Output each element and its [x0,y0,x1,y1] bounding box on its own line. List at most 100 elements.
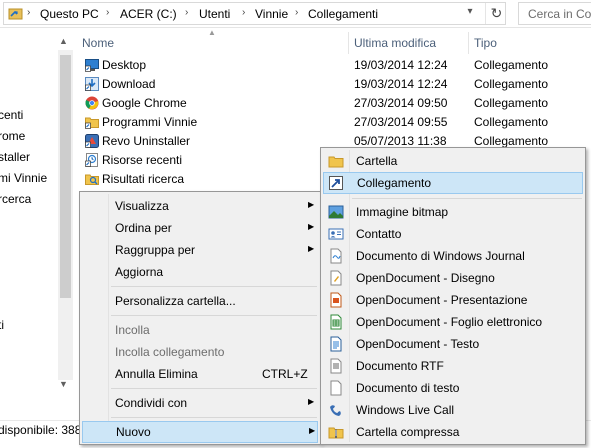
breadcrumb-users[interactable]: Utenti [199,7,230,21]
refresh-icon[interactable]: ↻ [485,3,507,24]
bitmap-image-icon [328,205,344,219]
menu-item-incolla[interactable]: Incolla [82,319,318,341]
menu-item-aggiorna[interactable]: Aggiorna [82,261,318,283]
menu-item-label: OpenDocument - Presentazione [356,293,528,307]
menu-item-condividi-con[interactable]: Condividi con ▶ [82,392,318,414]
opendocument-text-icon [330,336,342,352]
menu-separator [352,198,582,199]
file-modified: 19/03/2014 12:24 [354,58,448,72]
nav-item-other[interactable]: ti [0,318,4,332]
revo-shortcut-icon [85,134,99,148]
address-bar-row: › Questo PC › ACER (C:) › Utenti › Vinni… [0,0,591,28]
menu-item-nuovo[interactable]: Nuovo ▶ [82,421,318,443]
submenu-item-cartella[interactable]: Cartella [323,150,583,172]
chevron-right-icon[interactable]: › [295,7,298,18]
submenu-item-cartella-compressa[interactable]: Cartella compressa [323,421,583,443]
menu-separator [111,388,317,389]
menu-item-ordina-per[interactable]: Ordina per ▶ [82,217,318,239]
chevron-right-icon[interactable]: › [106,7,109,18]
menu-item-label: Cartella [356,154,398,168]
chrome-shortcut-icon [85,96,99,110]
menu-item-label: Raggruppa per [115,243,196,257]
file-type: Collegamento [474,134,549,148]
menu-item-annulla-elimina[interactable]: Annulla Elimina CTRL+Z [82,363,318,385]
file-modified: 27/03/2014 09:55 [354,115,448,129]
breadcrumb-drive[interactable]: ACER (C:) [120,7,177,21]
menu-item-label: Aggiorna [115,265,164,279]
submenu-item-documento-testo[interactable]: Documento di testo [323,377,583,399]
menu-item-label: Collegamento [357,176,432,190]
navigation-pane: centi rome staller mi Vinnie rcerca ti [0,28,58,420]
column-divider[interactable] [348,32,349,54]
menu-item-label: Personalizza cartella... [115,294,236,308]
menu-item-visualizza[interactable]: Visualizza ▶ [82,195,318,217]
submenu-item-odt-testo[interactable]: OpenDocument - Testo [323,333,583,355]
breadcrumb-current[interactable]: Collegamenti [308,7,378,21]
submenu-item-odp-presentazione[interactable]: OpenDocument - Presentazione [323,289,583,311]
nav-item-ricerca[interactable]: rcerca [0,192,31,206]
sort-ascending-icon: ▲ [208,28,216,37]
menu-separator [111,286,317,287]
menu-item-label: Contatto [356,227,402,241]
menu-separator [111,315,317,316]
nav-item-uninstaller[interactable]: staller [0,150,30,164]
file-name: Risorse recenti [102,153,183,167]
submenu-item-odg-disegno[interactable]: OpenDocument - Disegno [323,267,583,289]
submenu-item-contatto[interactable]: Contatto [323,223,583,245]
search-placeholder: Cerca in Col [528,7,591,21]
folder-icon [8,8,23,20]
menu-item-label: Nuovo [116,425,151,439]
scroll-down-icon[interactable]: ▼ [59,379,68,389]
submenu-item-rtf[interactable]: Documento RTF [323,355,583,377]
menu-item-label: OpenDocument - Disegno [356,271,495,285]
address-history-dropdown-icon[interactable]: ▾ [460,6,480,17]
rtf-document-icon [330,358,342,374]
opendocument-presentation-icon [330,292,342,308]
file-row[interactable]: Google Chrome 27/03/2014 09:50 Collegame… [80,94,591,113]
address-bar[interactable]: › Questo PC › ACER (C:) › Utenti › Vinni… [3,2,506,25]
opendocument-drawing-icon [330,270,342,286]
nav-item-recent[interactable]: centi [0,108,23,122]
nav-scrollbar-thumb[interactable] [60,55,71,298]
chevron-right-icon[interactable]: › [185,7,188,18]
submenu-arrow-icon: ▶ [308,200,315,209]
submenu-arrow-icon: ▶ [308,222,315,231]
search-input[interactable]: Cerca in Col [518,2,591,25]
menu-item-personalizza-cartella[interactable]: Personalizza cartella... [82,290,318,312]
live-call-icon [330,405,341,416]
chevron-right-icon[interactable]: › [242,7,245,18]
nav-item-chrome[interactable]: rome [0,129,25,143]
file-row[interactable]: Desktop 19/03/2014 12:24 Collegamento [80,56,591,75]
menu-item-label: Documento RTF [356,359,444,373]
menu-item-label: OpenDocument - Foglio elettronico [356,315,543,329]
status-free-space: disponibile: 388 [0,423,82,437]
submenu-item-ods-foglio[interactable]: OpenDocument - Foglio elettronico [323,311,583,333]
file-name: Programmi Vinnie [102,115,198,129]
submenu-item-immagine-bitmap[interactable]: Immagine bitmap [323,201,583,223]
scroll-up-icon[interactable]: ▲ [59,36,68,46]
menu-item-incolla-collegamento[interactable]: Incolla collegamento [82,341,318,363]
chevron-right-icon[interactable]: › [27,7,30,18]
nav-item-programmi[interactable]: mi Vinnie [0,171,47,185]
submenu-item-collegamento[interactable]: Collegamento [323,172,583,194]
submenu-arrow-icon: ▶ [308,397,315,406]
menu-item-label: Ordina per [115,221,172,235]
new-submenu: Cartella Collegamento Immagine bitmap Co… [320,147,586,445]
column-header-type[interactable]: Tipo [474,36,497,50]
column-header-modified[interactable]: Ultima modifica [354,36,436,50]
file-name: Revo Uninstaller [102,134,191,148]
menu-item-label: Documento di testo [356,381,460,395]
file-row[interactable]: Programmi Vinnie 27/03/2014 09:55 Colleg… [80,113,591,132]
zip-folder-icon [328,427,344,439]
submenu-item-windows-journal[interactable]: Documento di Windows Journal [323,245,583,267]
breadcrumb-this-pc[interactable]: Questo PC [40,7,99,21]
file-name: Google Chrome [102,96,187,110]
menu-item-label: Immagine bitmap [356,205,449,219]
breadcrumb-user[interactable]: Vinnie [255,7,288,21]
file-name: Desktop [102,58,147,72]
column-divider[interactable] [468,32,469,54]
file-row[interactable]: Download 19/03/2014 12:24 Collegamento [80,75,591,94]
submenu-item-windows-live-call[interactable]: Windows Live Call [323,399,583,421]
menu-item-raggruppa-per[interactable]: Raggruppa per ▶ [82,239,318,261]
column-header-name[interactable]: Nome [82,36,114,50]
